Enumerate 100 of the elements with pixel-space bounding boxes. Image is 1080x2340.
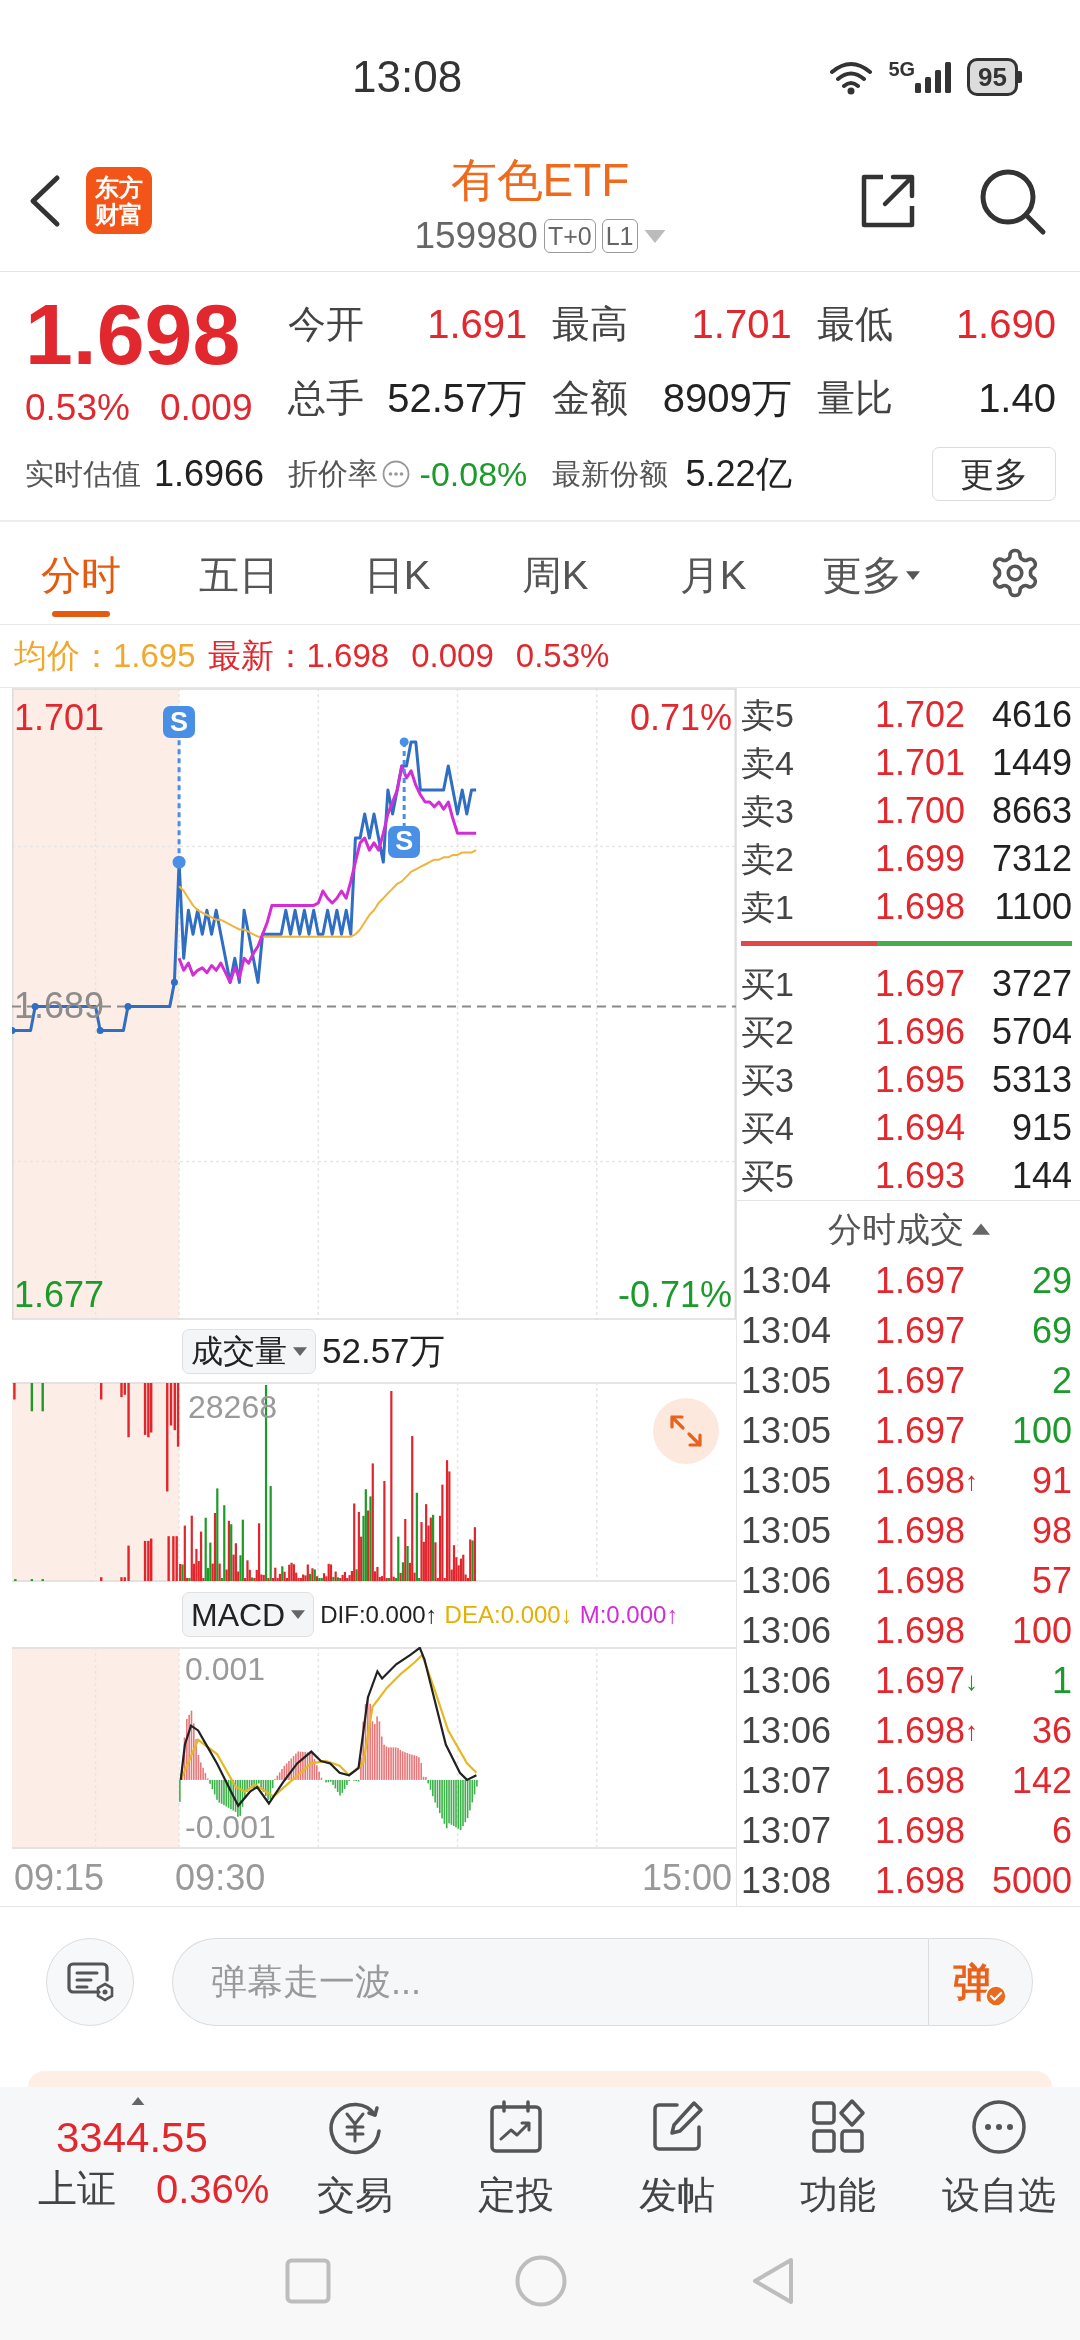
legend-change: 0.009 [411,636,494,676]
trade-volume: 98 [1031,1511,1072,1551]
trade-time: 13:04 [741,1311,833,1351]
chart-tab[interactable]: 分时 [2,522,160,624]
percent-axis-label: 0.71% [629,697,732,738]
trade-volume: 1 [1051,1661,1072,1701]
circle-icon [515,2255,567,2307]
volume-bar [100,1577,103,1581]
caret-up-icon [971,1222,990,1235]
caret-down-icon [906,570,920,580]
trade-volume: 6 [1051,1811,1072,1851]
time-axis-label: 09:15 [14,1857,105,1898]
tick-arrow: ↓ [965,1665,979,1697]
change-amount: 0.009 [159,386,253,430]
chart-tab[interactable]: 日K [318,522,476,624]
order-level-label: 卖4 [741,743,795,783]
order-volume: 144 [1011,1156,1072,1196]
order-level-label: 卖2 [741,839,795,879]
stat-value: 52.57万 [387,376,528,420]
point [124,1002,132,1010]
volume-bar [167,1536,170,1581]
trade-volume: 29 [1031,1261,1072,1301]
indicator-dropdown[interactable]: 成交量 [182,1328,316,1374]
signal-marker: S [163,706,196,739]
chart-tab[interactable]: 更多 [792,522,950,624]
macd-readout: DIF:0.000↑ [320,1599,438,1630]
order-level-label: 卖3 [741,791,795,831]
stat-label: 最高 [552,302,629,346]
order-price: 1.698 [875,887,966,927]
shares-value: 5.22亿 [685,454,792,494]
order-volume: 5313 [991,1060,1072,1100]
trade-time: 13:05 [741,1361,833,1401]
signal-marker: S [388,825,421,858]
caret-up-icon [130,2097,146,2105]
trade-volume: 100 [1011,1611,1072,1651]
document-gear-icon [65,1960,115,2004]
trade-time: 13:05 [741,1461,833,1501]
trade-time: 13:07 [741,1761,833,1801]
market-tag: L1 [601,219,638,253]
macd-axis-label: 0.001 [185,1650,266,1688]
info-icon[interactable] [382,460,410,488]
square-icon [285,2258,331,2304]
last-price-legend: 最新：1.698 [207,636,390,676]
trade-price: 1.698 [875,1711,966,1751]
app-logo: 东方 财富 [86,167,152,234]
bottom-nav-item[interactable]: 发帖 [596,2087,757,2222]
trade-time: 13:05 [741,1511,833,1551]
trade-price: 1.697 [875,1361,966,1401]
bottom-nav-item[interactable]: 功能 [757,2087,918,2222]
discount-value: -0.08% [419,454,528,494]
caret-down-icon [643,229,666,243]
trade-price: 1.697 [875,1261,966,1301]
trade-time: 13:05 [741,1411,833,1451]
fund-code: 159980 [414,216,538,256]
bottom-nav-item[interactable]: 设自选 [918,2087,1079,2222]
order-price: 1.693 [875,1156,966,1196]
trade-volume: 2 [1051,1361,1072,1401]
line-series [12,740,478,1034]
estimate-label: 实时估值 [25,457,141,492]
volume-bar [41,1383,44,1412]
status-time: 13:08 [352,52,463,102]
order-level-label: 卖5 [741,695,795,735]
chart-tab[interactable]: 周K [476,522,634,624]
order-price: 1.694 [875,1108,966,1148]
trade-volume: 100 [1011,1411,1072,1451]
bottom-nav-item[interactable]: 交易 [274,2087,435,2222]
order-volume: 915 [1011,1108,1072,1148]
order-volume: 8663 [991,791,1072,831]
trade-time: 13:06 [741,1611,833,1651]
triangle-back-icon [751,2256,795,2306]
trades-title: 分时成交 [827,1208,964,1249]
trade-volume: 91 [1031,1461,1072,1501]
legend-change-percent: 0.53% [515,636,610,676]
chart-tab[interactable]: 月K [634,522,792,624]
trade-price: 1.697 [875,1411,966,1451]
change-percent: 0.53% [25,386,130,430]
market-tag: T+0 [543,219,596,253]
trade-price: 1.697 [875,1661,966,1701]
order-level-label: 买1 [741,964,795,1004]
macd-readout: DEA:0.000↓ [444,1599,573,1630]
trade-volume: 69 [1031,1311,1072,1351]
trade-price: 1.698 [875,1761,966,1801]
chart-tab[interactable]: 五日 [160,522,318,624]
order-volume: 5704 [991,1012,1072,1052]
more-button[interactable]: 更多 [932,447,1056,501]
danmaku-input[interactable]: 弹幕走一波... [172,1938,928,2026]
stat-label: 最低 [816,302,893,346]
trade-time: 13:06 [741,1711,833,1751]
bottom-nav-item[interactable]: 定投 [435,2087,596,2222]
order-price: 1.696 [875,1012,966,1052]
index-value: 3344.55 [56,2115,209,2161]
order-volume: 4616 [991,695,1072,735]
time-axis-label: 09:30 [175,1857,266,1898]
network-type-label: 5G [888,58,916,80]
trade-price: 1.698 [875,1461,966,1501]
indicator-dropdown[interactable]: MACD [182,1592,315,1637]
volume-bar [30,1383,34,1412]
point [170,978,178,986]
index-name: 上证 [38,2166,116,2212]
volume-bar [100,1383,103,1400]
